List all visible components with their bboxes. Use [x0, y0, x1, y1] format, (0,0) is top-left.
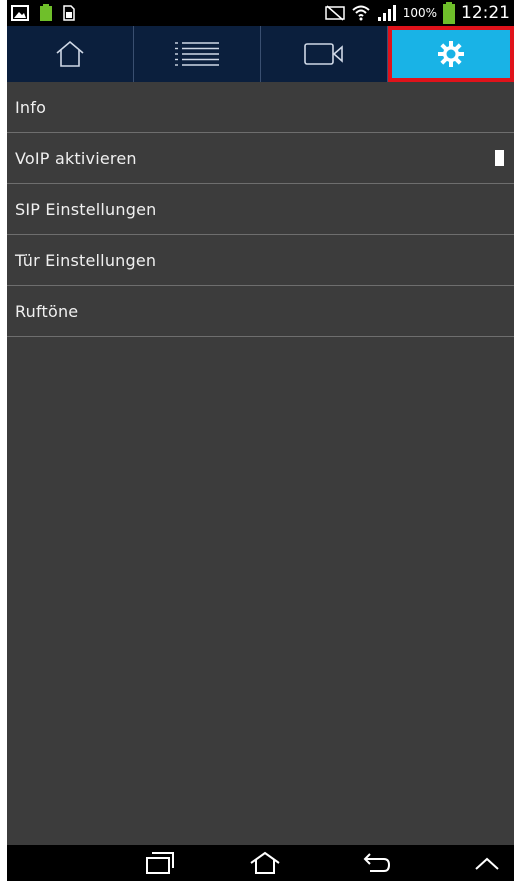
tab-list[interactable] — [134, 26, 261, 82]
menu-item-sip-settings[interactable]: SIP Einstellungen — [7, 184, 514, 235]
menu-item-voip[interactable]: VoIP aktivieren — [7, 133, 514, 184]
back-button[interactable] — [357, 849, 397, 877]
status-right: 100% 12:21 — [324, 0, 510, 26]
back-icon — [363, 853, 391, 872]
menu-item-label: Ruftöne — [15, 301, 79, 321]
tab-settings[interactable] — [388, 26, 514, 82]
navigation-bar — [7, 845, 514, 881]
battery-small-icon — [40, 4, 52, 21]
app-screen: 100% 12:21 Info VoIP aktivieren SIP Eins… — [7, 0, 514, 881]
menu-item-label: Info — [15, 97, 47, 117]
tab-bar — [7, 26, 514, 82]
mute-icon — [324, 5, 345, 21]
battery-percent: 100% — [402, 6, 437, 20]
menu-item-ringtones[interactable]: Ruftöne — [7, 286, 514, 337]
home-icon — [250, 851, 280, 874]
status-clock: 12:21 — [461, 3, 510, 23]
home-button[interactable] — [245, 849, 285, 877]
tab-home[interactable] — [7, 26, 134, 82]
status-left — [11, 4, 75, 22]
menu-item-label: VoIP aktivieren — [15, 148, 137, 168]
up-arrow-icon — [475, 857, 499, 870]
gear-icon — [438, 41, 464, 67]
up-arrow-button[interactable] — [467, 849, 507, 877]
recent-apps-button[interactable] — [140, 849, 180, 877]
home-icon — [56, 40, 84, 67]
recent-apps-icon — [146, 852, 174, 874]
video-camera-icon — [304, 43, 343, 65]
wifi-icon — [352, 5, 370, 21]
status-bar: 100% 12:21 — [7, 0, 514, 26]
tab-video[interactable] — [261, 26, 388, 82]
menu-item-door-settings[interactable]: Tür Einstellungen — [7, 235, 514, 286]
settings-menu: Info VoIP aktivieren SIP Einstellungen T… — [7, 82, 514, 337]
menu-item-info[interactable]: Info — [7, 82, 514, 133]
image-notification-icon — [11, 5, 29, 21]
list-icon — [175, 42, 219, 66]
menu-item-label: SIP Einstellungen — [15, 199, 157, 219]
menu-item-label: Tür Einstellungen — [15, 250, 157, 270]
signal-icon — [377, 5, 396, 21]
battery-icon — [443, 2, 455, 24]
voip-toggle[interactable] — [495, 150, 504, 166]
sim-card-icon — [63, 5, 75, 21]
